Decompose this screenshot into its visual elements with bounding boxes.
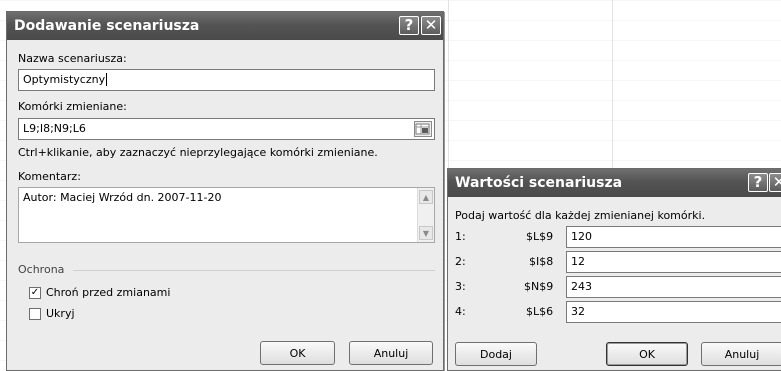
dialog-title: Wartości scenariusza xyxy=(455,175,623,191)
comment-value: Autor: Maciej Wrzód dn. 2007-11-20 xyxy=(23,191,222,204)
close-icon: ✕ xyxy=(772,173,781,191)
hide-label: Ukryj xyxy=(46,307,75,320)
value-input[interactable]: 243 xyxy=(566,276,781,298)
close-icon: ✕ xyxy=(424,16,438,34)
ok-button[interactable]: OK xyxy=(260,341,335,365)
value-text: 12 xyxy=(571,255,585,268)
range-select-icon[interactable] xyxy=(414,121,432,137)
scroll-down-icon[interactable]: ▼ xyxy=(419,226,433,240)
comment-label: Komentarz: xyxy=(18,170,81,183)
add-scenario-titlebar: Dodawanie scenariusza ? ✕ xyxy=(7,12,443,40)
comment-scrollbar[interactable]: ▲ ▼ xyxy=(417,188,434,242)
changing-cells-value: L9;I8;N9;L6 xyxy=(23,122,86,135)
value-text: 243 xyxy=(571,280,592,293)
changing-cells-input[interactable]: L9;I8;N9;L6 xyxy=(18,118,435,140)
changing-cells-label: Komórki zmieniane: xyxy=(18,100,127,113)
ok-button[interactable]: OK xyxy=(606,342,688,366)
protect-checkbox[interactable]: ✓ xyxy=(29,287,41,299)
close-button[interactable]: ✕ xyxy=(769,173,781,192)
scenario-name-input[interactable]: Optymistyczny xyxy=(18,69,435,91)
help-button[interactable]: ? xyxy=(399,16,419,35)
checkmark-icon: ✓ xyxy=(30,287,40,298)
value-input[interactable]: 12 xyxy=(566,251,781,273)
scroll-up-icon[interactable]: ▲ xyxy=(419,190,433,204)
group-divider xyxy=(73,270,435,271)
comment-textarea[interactable]: Autor: Maciej Wrzód dn. 2007-11-20 ▲ ▼ xyxy=(18,187,435,243)
scenario-values-dialog: Wartości scenariusza ? ✕ Podaj wartość d… xyxy=(447,168,781,371)
hide-checkbox[interactable] xyxy=(29,308,41,320)
row-index: 3: xyxy=(455,280,466,293)
row-index: 1: xyxy=(455,230,466,243)
row-index: 2: xyxy=(455,255,466,268)
scenario-values-titlebar: Wartości scenariusza ? ✕ xyxy=(448,169,781,197)
cell-reference: $L$9 xyxy=(526,230,554,243)
protect-label: Chroń przed zmianami xyxy=(46,286,171,299)
help-icon: ? xyxy=(404,16,414,34)
add-button[interactable]: Dodaj xyxy=(455,342,537,366)
ctrl-click-hint: Ctrl+klikanie, aby zaznaczyć nieprzylega… xyxy=(18,146,378,159)
value-text: 120 xyxy=(571,230,592,243)
close-button[interactable]: ✕ xyxy=(421,16,441,35)
cell-reference: $I$8 xyxy=(529,255,554,268)
cell-reference: $L$6 xyxy=(526,305,554,318)
dialog-title: Dodawanie scenariusza xyxy=(14,18,200,34)
values-instruction: Podaj wartość dla każdej zmienianej komó… xyxy=(455,209,706,222)
value-input[interactable]: 32 xyxy=(566,301,781,323)
scenario-name-label: Nazwa scenariusza: xyxy=(18,52,127,65)
cancel-button[interactable]: Anuluj xyxy=(701,342,781,366)
protection-group-label: Ochrona xyxy=(18,263,65,276)
value-text: 32 xyxy=(571,305,585,318)
cancel-button[interactable]: Anuluj xyxy=(349,341,433,365)
help-icon: ? xyxy=(753,173,763,191)
row-index: 4: xyxy=(455,305,466,318)
help-button[interactable]: ? xyxy=(748,173,768,192)
cell-reference: $N$9 xyxy=(524,280,554,293)
scenario-name-value: Optymistyczny xyxy=(23,73,106,86)
add-scenario-dialog: Dodawanie scenariusza ? ✕ Nazwa scenariu… xyxy=(6,11,444,371)
value-input[interactable]: 120 xyxy=(566,226,781,248)
